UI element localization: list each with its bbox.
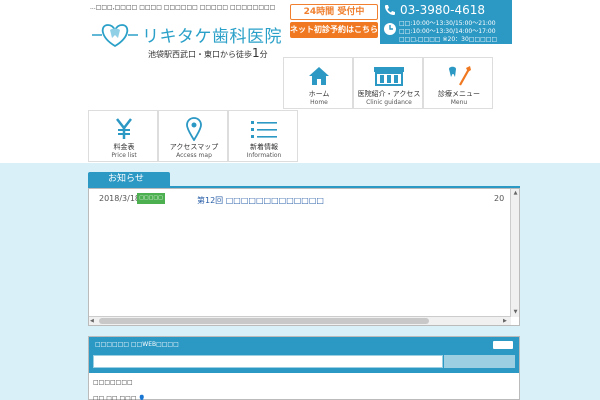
notice-date: 2018/3/18	[99, 194, 141, 203]
header-tagline: ...□□□,□□□□ □□□□ □□□□□□ □□□□□ □□□□□□□□	[90, 4, 276, 11]
list-icon	[251, 121, 277, 138]
nav-access[interactable]: アクセスマップ Access map	[158, 110, 228, 162]
web-booking-widget: □□□□□□ □□WEB□□□□ □□□□□□□ □□ □□ □□□ 👤	[88, 336, 520, 400]
scroll-right-icon[interactable]: ▶	[503, 317, 510, 325]
location-text: 池袋駅西武口・東口から徒歩	[148, 50, 252, 59]
site-header: ...□□□,□□□□ □□□□ □□□□□□ □□□□□ □□□□□□□□ リ…	[0, 0, 600, 60]
nav-clinic-label: 医院紹介・アクセス	[357, 90, 421, 98]
web-booking-submit-button[interactable]	[444, 355, 515, 368]
nav-clinic[interactable]: 医院紹介・アクセス Clinic guidance	[353, 57, 423, 109]
notice-heading: お知らせ	[88, 172, 170, 187]
web-booking-row: □□ □□ □□□ 👤	[93, 395, 146, 400]
nav-access-sublabel: Access map	[176, 152, 212, 159]
reserve-24h-label: 24時間 受付中	[290, 4, 378, 20]
clinic-location: 池袋駅西武口・東口から徒歩1分	[148, 46, 268, 60]
web-booking-input[interactable]	[93, 355, 443, 368]
nav-menu-label: 診療メニュー	[438, 90, 480, 98]
nav-home-label: ホーム	[308, 90, 330, 98]
web-booking-label: □□□□□□□	[93, 379, 133, 386]
notice-list: 2018/3/18 □□□□□ 第12回 □□□□□□□□□□□□□ 20 ▲ …	[88, 188, 520, 326]
scroll-down-icon[interactable]: ▼	[512, 309, 519, 316]
clock-icon	[384, 23, 396, 35]
nav-information-label: 新着情報	[250, 143, 278, 151]
phone-icon	[385, 5, 395, 15]
location-minutes: 1	[252, 46, 260, 60]
notice-counter: 20	[494, 194, 505, 203]
toothbrush-icon	[449, 66, 471, 86]
yen-icon	[116, 118, 132, 139]
scrollbar-thumb[interactable]	[99, 318, 429, 324]
nav-price-sublabel: Price list	[111, 152, 137, 159]
location-unit: 分	[259, 50, 268, 59]
notice-category-badge: □□□□□	[137, 193, 165, 204]
clinic-logo[interactable]: リキタケ歯科医院 池袋駅西武口・東口から徒歩1分	[90, 18, 282, 60]
scroll-up-icon[interactable]: ▲	[512, 190, 519, 197]
map-pin-icon	[186, 117, 202, 141]
opening-hours: □□:10:00～13:30/15:00～21:00 □□:10:00～13:3…	[399, 20, 497, 44]
notice-title-link[interactable]: 第12回 □□□□□□□□□□□□□	[197, 195, 324, 206]
web-booking-title: □□□□□□ □□WEB□□□□	[95, 341, 179, 348]
scroll-left-icon[interactable]: ◀	[90, 317, 97, 325]
web-booking-header: □□□□□□ □□WEB□□□□	[89, 337, 519, 353]
nav-clinic-sublabel: Clinic guidance	[366, 99, 412, 106]
nav-information[interactable]: 新着情報 Information	[228, 110, 298, 162]
notice-vertical-scrollbar[interactable]: ▲ ▼	[510, 189, 519, 317]
web-booking-toggle-button[interactable]	[493, 341, 513, 349]
phone-number[interactable]: 03-3980-4618	[400, 3, 485, 17]
reserve-button[interactable]: ネット初診予約はこちら	[290, 22, 378, 38]
tooth-heart-icon	[92, 24, 138, 48]
hours-weekend: □□:10:00～13:30/14:00～17:00	[399, 28, 496, 35]
hours-note: □□□,□□□□ ※20：30□□□□□	[399, 36, 498, 43]
net-reserve-banner[interactable]: 24時間 受付中 ネット初診予約はこちら	[290, 4, 378, 40]
notice-horizontal-scrollbar[interactable]: ◀ ▶	[89, 316, 511, 325]
hours-weekday: □□:10:00～13:30/15:00～21:00	[399, 20, 496, 27]
nav-menu-sublabel: Menu	[450, 99, 468, 106]
contact-panel: 03-3980-4618 □□:10:00～13:30/15:00～21:00 …	[380, 0, 512, 44]
nav-home-sublabel: Home	[310, 99, 328, 106]
house-icon	[309, 67, 329, 85]
clinic-icon	[374, 67, 404, 86]
nav-menu[interactable]: 診療メニュー Menu	[423, 57, 493, 109]
clinic-name: リキタケ歯科医院	[142, 27, 282, 47]
nav-price[interactable]: 料金表 Price list	[88, 110, 158, 162]
nav-home[interactable]: ホーム Home	[283, 57, 353, 109]
nav-information-sublabel: Information	[246, 152, 282, 159]
nav-price-label: 料金表	[113, 143, 135, 151]
nav-access-label: アクセスマップ	[169, 143, 219, 151]
web-booking-bar	[89, 353, 519, 373]
